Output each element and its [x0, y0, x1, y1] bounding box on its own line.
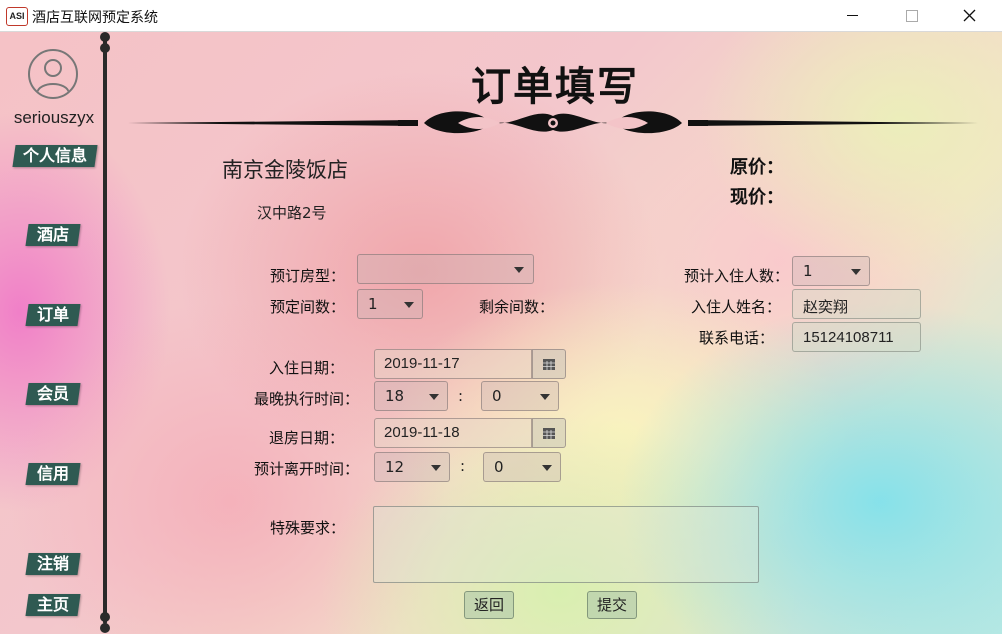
guests-label: 预计入住人数：: [684, 267, 790, 285]
checkin-date-input[interactable]: 2019-11-17: [374, 349, 532, 379]
sidebar-item-label: 个人信息: [22, 146, 87, 165]
sidebar-item-label: 注销: [36, 554, 69, 573]
latest-time-label: 最晚执行时间：: [254, 390, 360, 408]
chevron-down-icon: [514, 267, 524, 273]
username-label: seriouszyx: [13, 108, 95, 127]
leave-hour-value: 12: [385, 458, 405, 476]
latest-minute-value: 0: [492, 387, 502, 405]
checkout-calendar-button[interactable]: [532, 418, 566, 448]
guest-name-label: 入住人姓名：: [691, 298, 782, 316]
close-button[interactable]: [946, 0, 992, 32]
room-count-label: 预定间数：: [270, 298, 346, 316]
sidebar-item-label: 酒店: [36, 225, 69, 244]
sidebar-item-orders[interactable]: 订单: [25, 304, 81, 326]
sidebar-item-label: 订单: [36, 305, 69, 324]
checkin-date-label: 入住日期：: [269, 359, 345, 377]
sidebar-item-profile[interactable]: 个人信息: [12, 145, 98, 167]
latest-minute-select[interactable]: 0: [481, 381, 559, 411]
leave-time-label: 预计离开时间：: [254, 460, 360, 478]
checkin-calendar-button[interactable]: [532, 349, 566, 379]
calendar-icon: [543, 359, 555, 370]
sidebar-item-hotel[interactable]: 酒店: [25, 224, 81, 246]
main-content: seriouszyx 个人信息 酒店 订单 会员 信用 注销 主页 订单填写 南…: [0, 32, 1002, 634]
close-icon: [963, 9, 976, 22]
sidebar-item-label: 信用: [36, 464, 69, 483]
room-count-value: 1: [368, 295, 378, 313]
chevron-down-icon: [431, 465, 441, 471]
room-type-label: 预订房型：: [270, 267, 346, 285]
checkout-date-label: 退房日期：: [269, 429, 345, 447]
chevron-down-icon: [851, 269, 861, 275]
checkin-date-value: 2019-11-17: [384, 355, 460, 372]
latest-hour-value: 18: [385, 387, 405, 405]
sidebar-divider-knob: [100, 612, 110, 622]
submit-button[interactable]: 提交: [587, 591, 637, 619]
time-separator: :: [460, 457, 466, 475]
back-button[interactable]: 返回: [464, 591, 514, 619]
leave-hour-select[interactable]: 12: [374, 452, 450, 482]
title-ornament-divider: [128, 111, 978, 134]
hotel-address: 汉中路2号: [257, 204, 327, 222]
latest-hour-select[interactable]: 18: [374, 381, 448, 411]
phone-value: 15124108711: [803, 329, 894, 346]
sidebar-item-logout[interactable]: 注销: [25, 553, 81, 575]
sidebar-divider-knob: [100, 32, 110, 42]
app-logo-icon: ASI: [6, 7, 28, 26]
remaining-rooms-label: 剩余间数：: [479, 298, 555, 316]
user-avatar-icon[interactable]: [28, 49, 78, 99]
checkout-date-input[interactable]: 2019-11-18: [374, 418, 532, 448]
chevron-down-icon: [404, 302, 414, 308]
chevron-down-icon: [429, 394, 439, 400]
guest-name-value: 赵奕翔: [803, 299, 849, 316]
leave-minute-value: 0: [494, 458, 504, 476]
current-price-label: 现价：: [730, 187, 784, 208]
sidebar-item-home[interactable]: 主页: [25, 594, 81, 616]
phone-input[interactable]: 15124108711: [792, 322, 921, 352]
maximize-button[interactable]: [888, 0, 934, 32]
room-count-select[interactable]: 1: [357, 289, 423, 319]
hotel-name: 南京金陵饭店: [222, 158, 348, 182]
special-request-textarea[interactable]: [373, 506, 759, 583]
sidebar-item-member[interactable]: 会员: [25, 383, 81, 405]
sidebar-divider-knob: [100, 43, 110, 53]
window-title-bar: ASI 酒店互联网预定系统: [0, 0, 1002, 32]
guest-name-input[interactable]: 赵奕翔: [792, 289, 921, 319]
window-title: 酒店互联网预定系统: [32, 10, 158, 26]
special-request-label: 特殊要求：: [270, 519, 346, 537]
calendar-icon: [543, 428, 555, 439]
guests-value: 1: [803, 262, 813, 280]
guests-select[interactable]: 1: [792, 256, 870, 286]
chevron-down-icon: [540, 394, 550, 400]
sidebar-divider-knob: [100, 623, 110, 633]
phone-label: 联系电话：: [699, 329, 775, 347]
minimize-button[interactable]: [830, 0, 876, 32]
checkout-date-value: 2019-11-18: [384, 424, 460, 441]
room-type-select[interactable]: [357, 254, 534, 284]
chevron-down-icon: [542, 465, 552, 471]
original-price-label: 原价：: [730, 157, 784, 178]
sidebar-item-label: 主页: [36, 595, 69, 614]
leave-minute-select[interactable]: 0: [483, 452, 561, 482]
sidebar-item-label: 会员: [36, 384, 69, 403]
time-separator: :: [458, 387, 464, 405]
sidebar-item-credit[interactable]: 信用: [25, 463, 81, 485]
